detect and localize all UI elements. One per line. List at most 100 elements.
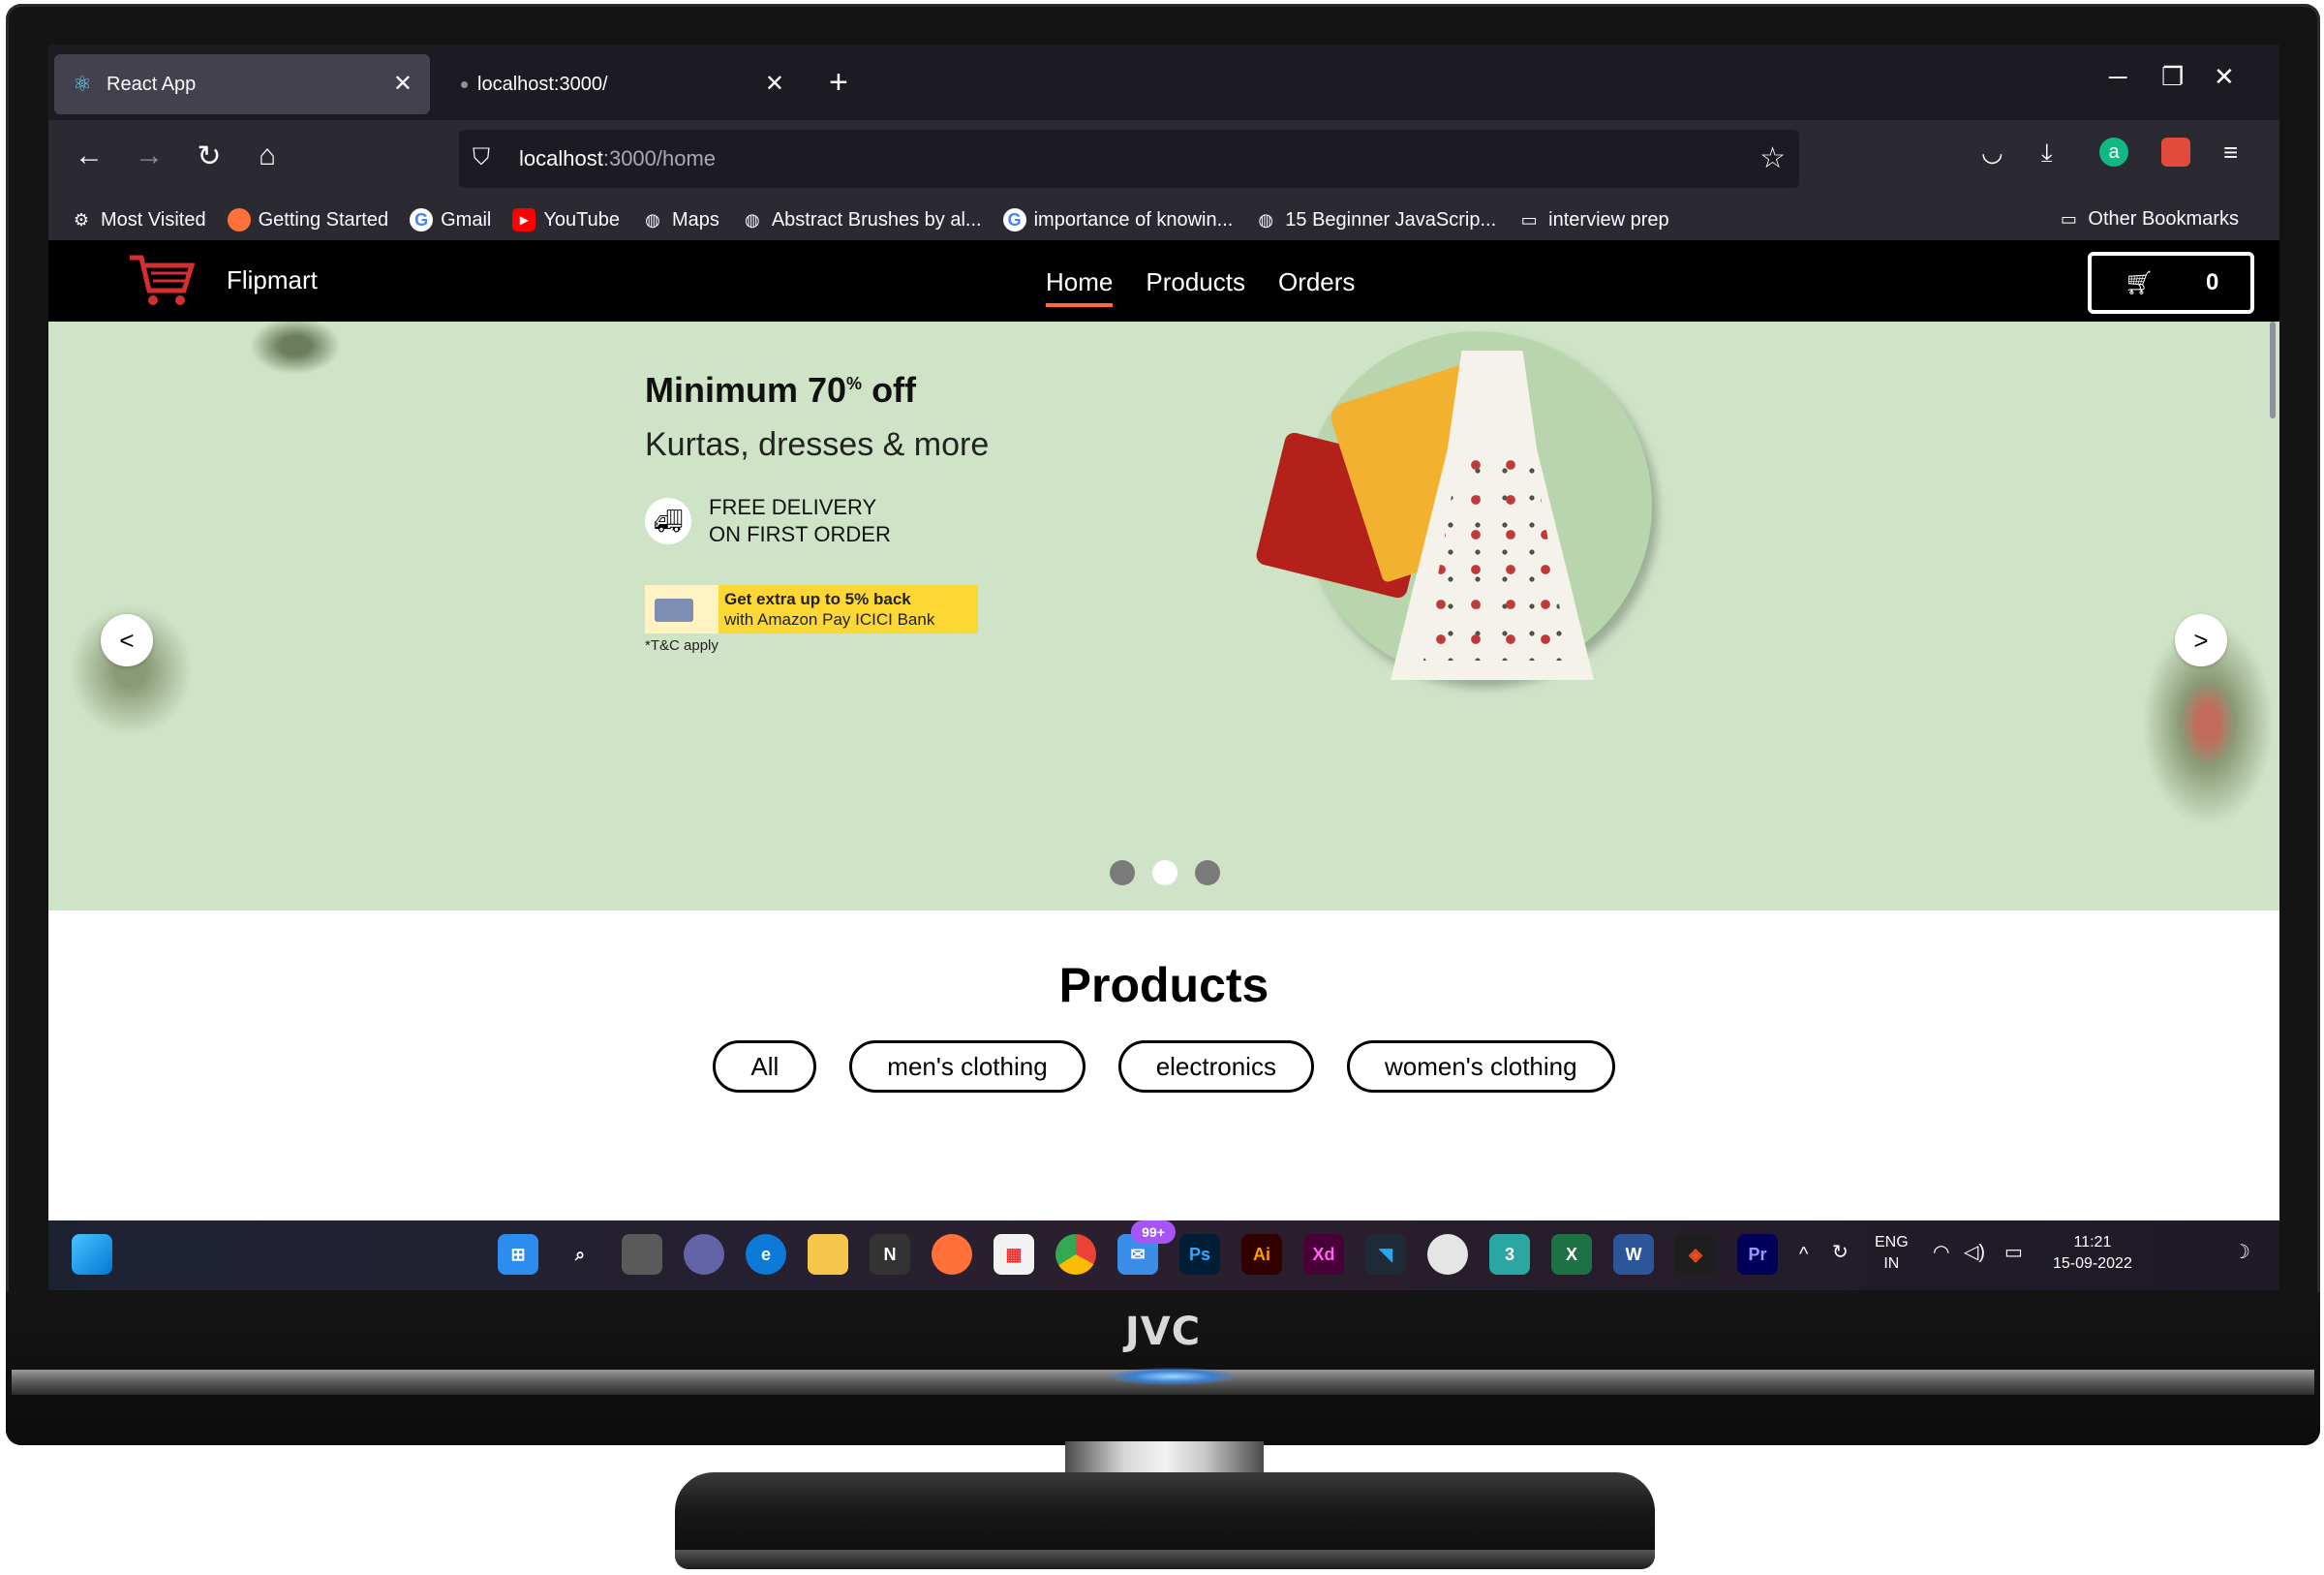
hero-carousel: Minimum 70% off Kurtas, dresses & more 🚚…: [48, 322, 2279, 911]
page-scrollbar[interactable]: [2270, 322, 2276, 418]
word-icon[interactable]: W: [1613, 1234, 1654, 1275]
gear-icon: ⚙: [73, 209, 90, 230]
tnc-text: *T&C apply: [645, 637, 719, 654]
bookmark-getting-started[interactable]: Getting Started: [227, 208, 388, 232]
wifi-icon[interactable]: ◠: [1933, 1242, 1949, 1263]
tab-title: React App: [107, 73, 197, 95]
language-indicator[interactable]: ENG IN: [1875, 1232, 1909, 1275]
folder-icon: ▭: [1520, 209, 1538, 230]
react-icon: ⚛: [73, 72, 92, 96]
task-view-icon[interactable]: [622, 1234, 662, 1275]
clock[interactable]: 11:21 15-09-2022: [2053, 1232, 2132, 1275]
folder-icon: ▭: [2060, 208, 2077, 229]
home-icon[interactable]: ⌂: [248, 139, 287, 172]
filter-electronics[interactable]: electronics: [1117, 1040, 1314, 1093]
google-icon: G: [410, 208, 434, 232]
carousel-dot[interactable]: [1110, 860, 1135, 885]
excel-icon[interactable]: X: [1551, 1234, 1592, 1275]
reload-icon[interactable]: ↻: [190, 139, 229, 173]
brand-name[interactable]: Flipmart: [227, 265, 318, 295]
shield-icon[interactable]: ⛉: [473, 144, 500, 173]
restore-icon[interactable]: ❐: [2161, 62, 2184, 92]
close-tab-icon[interactable]: ✕: [393, 70, 413, 98]
carousel-indicators: [1110, 860, 1220, 885]
bookmark-most-visited[interactable]: ⚙ Most Visited: [70, 208, 206, 232]
extension-icon[interactable]: [2161, 138, 2190, 167]
app-icon[interactable]: [1427, 1234, 1468, 1275]
bookmark-gmail[interactable]: G Gmail: [410, 208, 491, 232]
photoshop-icon[interactable]: Ps: [1179, 1234, 1220, 1275]
bookmark-interview-prep[interactable]: ▭ interview prep: [1517, 208, 1669, 232]
window-close-icon[interactable]: ✕: [2214, 62, 2235, 92]
nav-products[interactable]: Products: [1146, 267, 1245, 307]
carousel-next-button[interactable]: >: [2175, 614, 2227, 666]
browser-tab-bar: ⚛ React App ✕ localhost:3000/ ✕ + ─ ❐ ✕: [48, 45, 2279, 120]
bookmark-importance[interactable]: G importance of knowin...: [1002, 208, 1233, 232]
xd-icon[interactable]: Xd: [1303, 1234, 1344, 1275]
close-tab-icon[interactable]: ✕: [765, 70, 784, 98]
url-text[interactable]: localhost:3000/home: [519, 146, 716, 171]
offer-text: Get extra up to 5% back with Amazon Pay …: [724, 590, 935, 629]
hero-subtitle: Kurtas, dresses & more: [645, 426, 990, 463]
windows-taskbar: ⊞ ⌕ e N ▦ ✉ 99+ Ps Ai Xd ◥ 3 X W ◈ Pr ^ …: [48, 1220, 2279, 1290]
menu-icon[interactable]: ≡: [2223, 138, 2238, 168]
chevron-up-icon[interactable]: ^: [1799, 1244, 1808, 1265]
file-explorer-icon[interactable]: [808, 1234, 848, 1275]
carousel-dot-active[interactable]: [1152, 860, 1177, 885]
tab-localhost[interactable]: localhost:3000/ ✕: [443, 54, 802, 114]
filter-mens-clothing[interactable]: men's clothing: [849, 1040, 1086, 1093]
filter-all[interactable]: All: [713, 1040, 817, 1093]
bookmark-youtube[interactable]: ▶ YouTube: [512, 208, 620, 232]
globe-icon: ◍: [744, 209, 760, 230]
firefox-icon[interactable]: [932, 1234, 972, 1275]
minimize-icon[interactable]: ─: [2109, 62, 2126, 92]
other-bookmarks[interactable]: ▭ Other Bookmarks: [2057, 207, 2239, 231]
notifications-icon[interactable]: ☽: [2233, 1242, 2250, 1263]
new-tab-button[interactable]: +: [829, 64, 848, 102]
illustrator-icon[interactable]: Ai: [1241, 1234, 1282, 1275]
back-icon[interactable]: ←: [70, 139, 108, 172]
cart-logo-icon[interactable]: [128, 252, 196, 310]
3ds-icon[interactable]: 3: [1489, 1234, 1530, 1275]
bookmark-star-icon[interactable]: ☆: [1759, 141, 1786, 175]
amazon-pay-offer: Get extra up to 5% back with Amazon Pay …: [645, 585, 978, 633]
premiere-icon[interactable]: Pr: [1737, 1234, 1778, 1275]
pocket-icon[interactable]: ◡: [1981, 138, 2003, 168]
url-bar[interactable]: ⛉ localhost:3000/home ☆: [459, 130, 1799, 353]
cart-button[interactable]: 🛒︎ 0: [2088, 252, 2254, 314]
download-icon[interactable]: ⤓: [2041, 138, 2053, 169]
notion-icon[interactable]: N: [870, 1234, 910, 1275]
widgets-icon[interactable]: [72, 1234, 112, 1275]
figma-icon[interactable]: ◈: [1675, 1234, 1716, 1275]
extension-a-icon[interactable]: a: [2099, 138, 2128, 167]
free-delivery-badge: 🚚︎ FREE DELIVERY ON FIRST ORDER: [645, 494, 891, 548]
firefox-icon: [227, 208, 251, 232]
edge-icon[interactable]: e: [746, 1234, 786, 1275]
bookmark-javascript[interactable]: ◍ 15 Beginner JavaScrip...: [1254, 208, 1496, 232]
globe-icon: ◍: [645, 209, 660, 230]
bookmark-maps[interactable]: ◍ Maps: [641, 208, 719, 232]
card-icon: [645, 585, 719, 633]
tab-react-app[interactable]: ⚛ React App ✕: [54, 54, 430, 114]
nav-home[interactable]: Home: [1046, 267, 1114, 307]
store-icon[interactable]: ▦: [994, 1234, 1034, 1275]
carousel-dot[interactable]: [1195, 860, 1220, 885]
sync-icon[interactable]: ↻: [1832, 1242, 1849, 1263]
globe-icon: ◍: [1258, 209, 1274, 230]
nav-orders[interactable]: Orders: [1278, 267, 1355, 307]
carousel-prev-button[interactable]: <: [101, 614, 153, 666]
teams-chat-icon[interactable]: [684, 1234, 724, 1275]
windows-start-icon[interactable]: ⊞: [498, 1234, 538, 1275]
search-icon[interactable]: ⌕: [560, 1234, 600, 1275]
web-page: Flipmart Home Products Orders 🛒︎ 0 Minim…: [48, 240, 2279, 1220]
battery-icon[interactable]: ▭: [2004, 1242, 2023, 1263]
filter-womens-clothing[interactable]: women's clothing: [1346, 1040, 1615, 1093]
vscode-icon[interactable]: ◥: [1365, 1234, 1406, 1275]
volume-icon[interactable]: ◁): [1964, 1242, 1985, 1263]
tab-dot-icon: [461, 80, 468, 88]
delivery-text: FREE DELIVERY ON FIRST ORDER: [709, 495, 891, 546]
bookmark-abstract-brushes[interactable]: ◍ Abstract Brushes by al...: [741, 208, 982, 232]
chrome-icon[interactable]: [1055, 1234, 1096, 1275]
forward-icon[interactable]: →: [130, 139, 168, 172]
youtube-icon: ▶: [512, 208, 536, 232]
